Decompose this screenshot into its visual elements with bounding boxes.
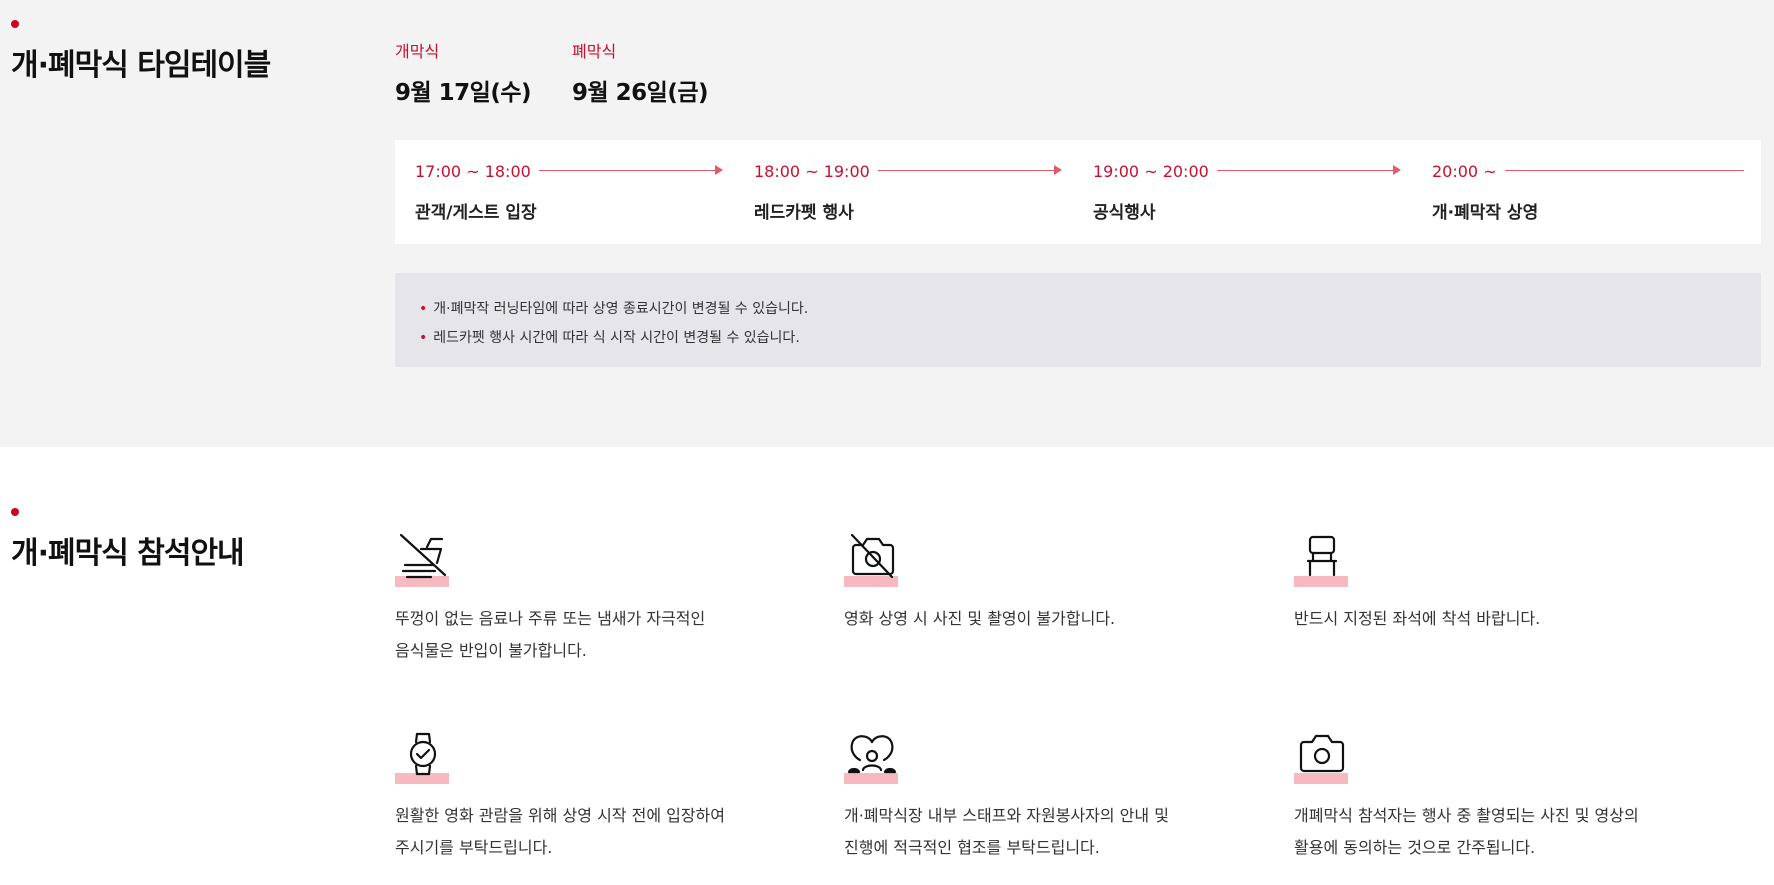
notice-item: • 레드카펫 행사 시간에 따라 식 시작 시간이 변경될 수 있습니다. bbox=[419, 324, 1761, 353]
timeline-line bbox=[1482, 170, 1744, 171]
bullet-icon: • bbox=[419, 330, 428, 346]
schedule-timeline: 17:00 ~ 18:00 관객/게스트 입장 18:00 ~ 19:00 레드… bbox=[395, 140, 1761, 244]
step-label: 레드카펫 행사 bbox=[754, 203, 854, 223]
watch-check-icon bbox=[395, 728, 451, 784]
closing-date: 9월 26일(금) bbox=[572, 80, 709, 106]
staff-guide-icon bbox=[844, 728, 900, 784]
step-time: 17:00 ~ 18:00 bbox=[415, 162, 539, 181]
step-label: 개·폐막작 상영 bbox=[1432, 203, 1539, 223]
notice-item: • 개·폐막작 러닝타임에 따라 상영 종료시간이 변경될 수 있습니다. bbox=[419, 295, 1761, 324]
opening-day: 개막식 9월 17일(수) bbox=[395, 38, 532, 107]
step-label: 공식행사 bbox=[1093, 203, 1156, 223]
timeline-line bbox=[854, 170, 1054, 171]
timetable-section: 개·폐막식 타임테이블 개막식 9월 17일(수) 폐막식 9월 26일(금) … bbox=[0, 0, 1774, 447]
bullet-icon: • bbox=[419, 301, 428, 317]
camera-icon bbox=[1294, 728, 1350, 784]
section-marker-dot bbox=[11, 508, 19, 516]
section-marker-dot bbox=[11, 20, 19, 28]
rule-text: 원활한 영화 관람을 위해 상영 시작 전에 입장하여 주시기를 부탁드립니다. bbox=[395, 806, 726, 857]
opening-date: 9월 17일(수) bbox=[395, 80, 532, 106]
rule-text: 개폐막식 참석자는 행사 중 촬영되는 사진 및 영상의 활용에 동의하는 것으… bbox=[1294, 806, 1639, 857]
notice-list: • 개·폐막작 러닝타임에 따라 상영 종료시간이 변경될 수 있습니다. • 레드… bbox=[395, 273, 1761, 353]
opening-label: 개막식 bbox=[395, 42, 440, 61]
rule-text: 뚜껑이 없는 음료나 주류 또는 냄새가 자극적인 음식물은 반입이 불가합니다… bbox=[395, 609, 706, 660]
no-food-drink-icon bbox=[395, 531, 451, 587]
step-label: 관객/게스트 입장 bbox=[415, 203, 537, 223]
seating-title: 개·폐막식 참석안내 bbox=[11, 536, 245, 571]
closing-day: 폐막식 9월 26일(금) bbox=[572, 38, 709, 107]
arrow-right-icon bbox=[715, 165, 723, 175]
timeline-line bbox=[515, 170, 715, 171]
schedule-step-entry: 17:00 ~ 18:00 관객/게스트 입장 bbox=[395, 140, 734, 244]
seating-section: 개·폐막식 참석안내 뚜껑이 없는 음료나 주류 또는 냄새가 자극적인 음식물… bbox=[0, 447, 1774, 885]
schedule-step-screening: 20:00 ~ 개·폐막작 상영 bbox=[1412, 140, 1761, 244]
timetable-title: 개·폐막식 타임테이블 bbox=[11, 48, 271, 83]
arrow-right-icon bbox=[1393, 165, 1401, 175]
schedule-step-red-carpet: 18:00 ~ 19:00 레드카펫 행사 bbox=[734, 140, 1073, 244]
page: 개·폐막식 타임테이블 개막식 9월 17일(수) 폐막식 9월 26일(금) … bbox=[0, 0, 1774, 885]
notice-text: 개·폐막작 러닝타임에 따라 상영 종료시간이 변경될 수 있습니다. bbox=[433, 301, 809, 317]
seat-icon bbox=[1294, 531, 1350, 587]
rule-text: 반드시 지정된 좌석에 착석 바랍니다. bbox=[1294, 609, 1541, 628]
step-time: 20:00 ~ bbox=[1432, 162, 1505, 181]
step-time: 19:00 ~ 20:00 bbox=[1093, 162, 1217, 181]
timeline-line bbox=[1193, 170, 1393, 171]
notice-text: 레드카펫 행사 시간에 따라 식 시작 시간이 변경될 수 있습니다. bbox=[433, 330, 800, 346]
no-camera-icon bbox=[844, 531, 900, 587]
closing-label: 폐막식 bbox=[572, 42, 617, 61]
rule-text: 개·폐막식장 내부 스태프와 자원봉사자의 안내 및 진행에 적극적인 협조를 … bbox=[844, 806, 1169, 857]
arrow-right-icon bbox=[1054, 165, 1062, 175]
notice-box: • 개·폐막작 러닝타임에 따라 상영 종료시간이 변경될 수 있습니다. • 레드… bbox=[395, 273, 1761, 367]
rule-text: 영화 상영 시 사진 및 촬영이 불가합니다. bbox=[844, 609, 1116, 628]
schedule-step-ceremony: 19:00 ~ 20:00 공식행사 bbox=[1073, 140, 1412, 244]
step-time: 18:00 ~ 19:00 bbox=[754, 162, 878, 181]
